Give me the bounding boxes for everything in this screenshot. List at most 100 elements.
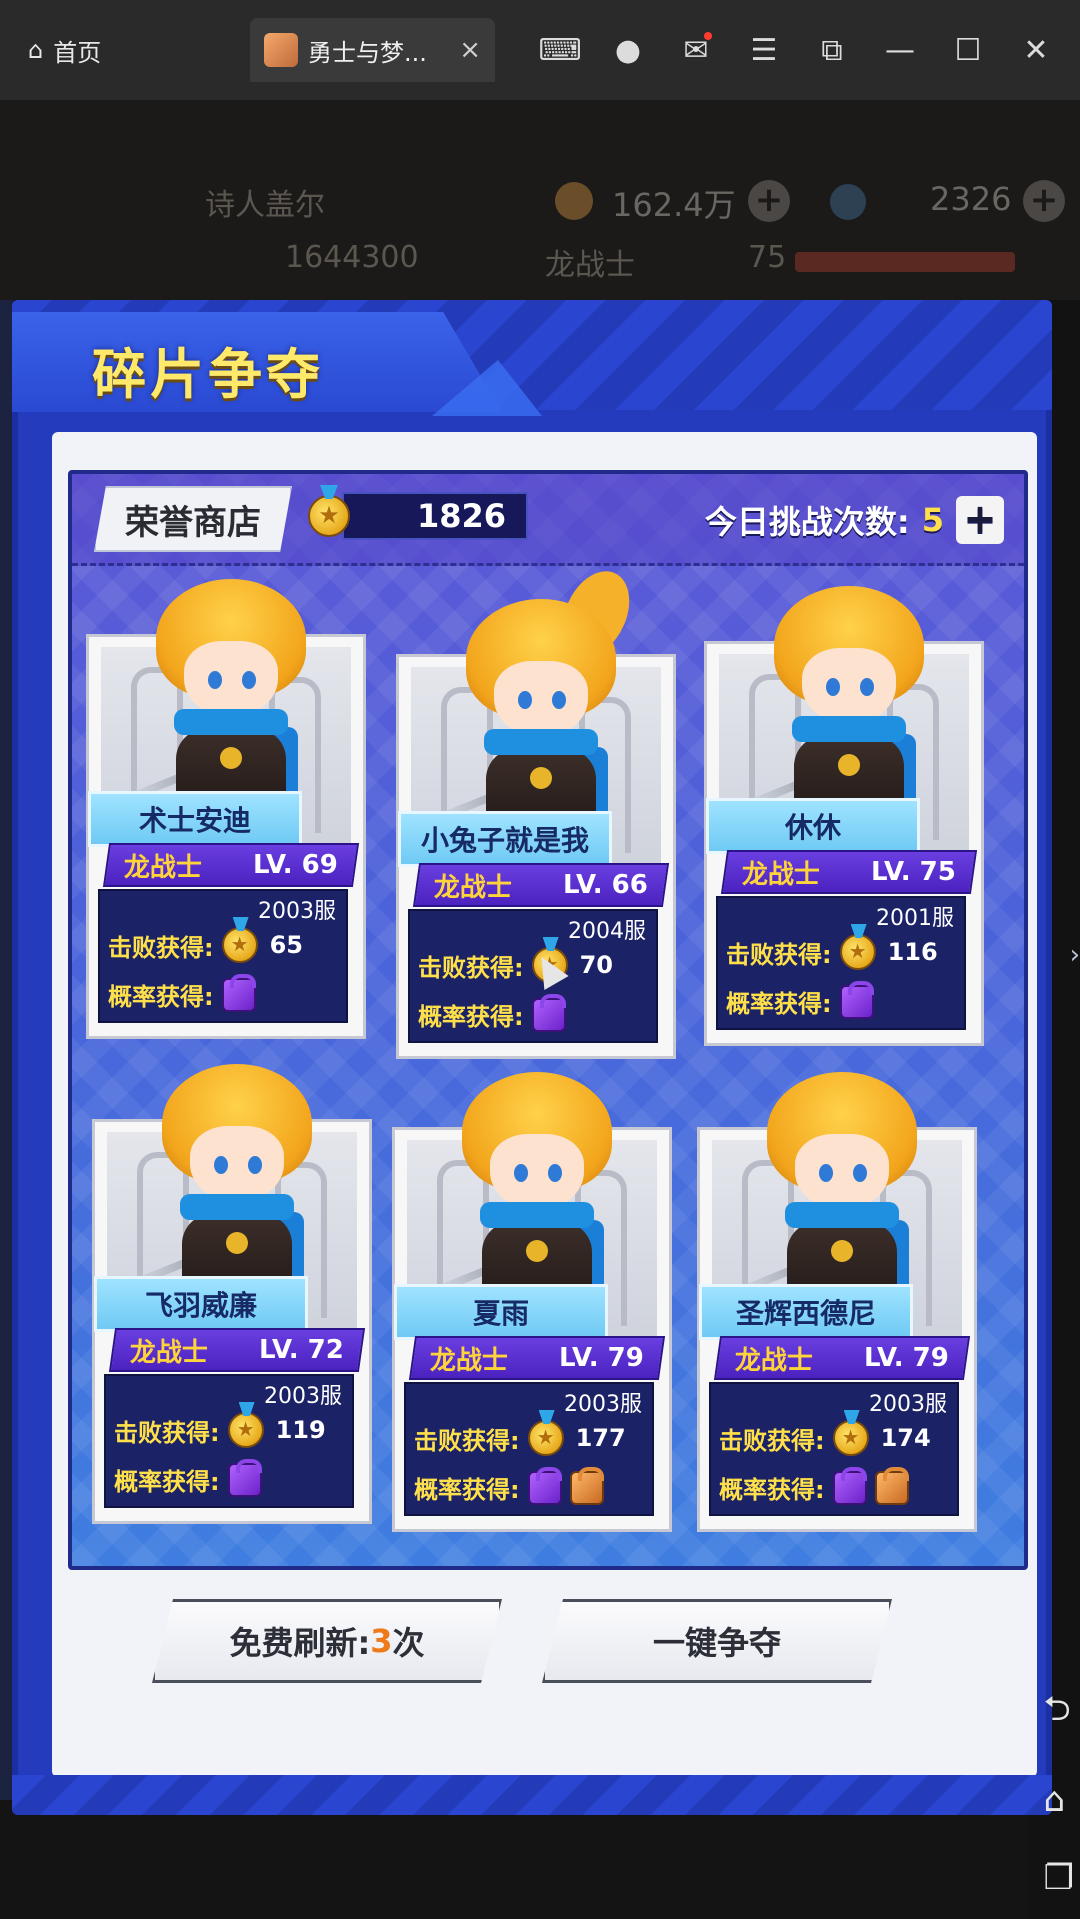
orange-fragment-icon[interactable] bbox=[874, 1466, 909, 1505]
add-gold-button[interactable]: + bbox=[748, 180, 790, 222]
purple-fragment-icon[interactable] bbox=[221, 973, 256, 1012]
reward-box: 2003服 击败获得: 177 概率获得: bbox=[404, 1382, 654, 1516]
chance-label: 概率获得: bbox=[114, 1468, 220, 1496]
defeat-reward-row: 击败获得: 177 bbox=[414, 1420, 626, 1456]
purple-fragment-icon[interactable] bbox=[227, 1458, 262, 1497]
honor-shop-button[interactable]: 荣誉商店 bbox=[94, 486, 292, 552]
player-level: 75 bbox=[748, 240, 787, 275]
home-button[interactable]: ⌂ 首页 bbox=[28, 33, 101, 68]
defeat-reward-value: 119 bbox=[275, 1416, 326, 1444]
opponent-server: 2003服 bbox=[258, 899, 336, 924]
class-level-bar: 龙战士 LV. 79 bbox=[408, 1336, 666, 1380]
honor-medal-icon bbox=[527, 1420, 564, 1456]
refresh-prefix: 免费刷新: bbox=[229, 1624, 371, 1662]
opponent-level: LV. 72 bbox=[259, 1335, 344, 1365]
challenge-label: 今日挑战次数: bbox=[704, 503, 910, 541]
player-name: 诗人盖尔 bbox=[205, 188, 325, 223]
gold-coin-icon bbox=[555, 182, 593, 220]
defeat-label: 击败获得: bbox=[108, 933, 214, 962]
exp-bar bbox=[795, 252, 1015, 272]
minimize-icon[interactable]: — bbox=[866, 20, 934, 80]
opponent-class: 龙战士 bbox=[735, 1345, 814, 1376]
defeat-reward-row: 击败获得: 119 bbox=[114, 1412, 326, 1448]
defeat-label: 击败获得: bbox=[418, 953, 524, 982]
gold-amount: 162.4万 bbox=[612, 186, 736, 224]
opponent-card[interactable]: 休休 龙战士 LV. 75 2001服 击败获得: 116 概率获得: bbox=[704, 586, 984, 1051]
avatar-icon[interactable]: ● bbox=[594, 20, 662, 80]
tab-title: 勇士与梦... bbox=[308, 38, 427, 67]
edge-glyph: › bbox=[1069, 940, 1080, 970]
opponent-board: 荣誉商店 1826 今日挑战次数: 5 + 术士安迪 龙战士LV. 69 2 bbox=[68, 470, 1028, 1570]
defeat-label: 击败获得: bbox=[719, 1426, 825, 1455]
player-power: 1644300 bbox=[285, 240, 419, 275]
home-nav-icon[interactable]: ⌂ bbox=[1044, 1780, 1074, 1820]
menu-icon[interactable]: ☰ bbox=[730, 20, 798, 80]
opponent-level: LV. 66 bbox=[563, 870, 648, 900]
refresh-suffix: 次 bbox=[392, 1624, 425, 1662]
refresh-count: 3 bbox=[370, 1622, 393, 1660]
free-refresh-button[interactable]: 免费刷新: 3 次 bbox=[152, 1599, 502, 1683]
chance-label: 概率获得: bbox=[108, 983, 214, 1011]
gamepad-icon[interactable]: ⌨ bbox=[526, 20, 594, 80]
opponent-card[interactable]: 圣辉西德尼 龙战士 LV. 79 2003服 击败获得: 174 概率获得: bbox=[697, 1072, 977, 1537]
emulator-titlebar: ⌂ 首页 勇士与梦... × ⌨ ● ✉ ☰ ⧉ — ☐ ✕ bbox=[0, 0, 1080, 100]
class-level-bar: 龙战士 LV. 79 bbox=[713, 1336, 971, 1380]
chance-reward-row: 概率获得: bbox=[719, 1466, 909, 1505]
opponent-level: LV. 75 bbox=[871, 857, 956, 887]
gem-icon bbox=[830, 184, 866, 220]
opponent-card[interactable]: 飞羽威廉 龙战士 LV. 72 2003服 击败获得: 119 概率获得: bbox=[92, 1064, 372, 1529]
class-level-bar: 龙战士 LV. 75 bbox=[720, 850, 978, 894]
mail-icon[interactable]: ✉ bbox=[662, 20, 730, 80]
purple-fragment-icon[interactable] bbox=[832, 1466, 867, 1505]
panel-title: 碎片争夺 bbox=[92, 343, 324, 406]
purple-fragment-icon[interactable] bbox=[531, 993, 566, 1032]
defeat-label: 击败获得: bbox=[114, 1418, 220, 1447]
defeat-label: 击败获得: bbox=[414, 1426, 520, 1455]
opponent-server: 2003服 bbox=[564, 1392, 642, 1417]
opponent-name: 术士安迪 bbox=[88, 791, 302, 847]
close-icon[interactable]: ✕ bbox=[1002, 20, 1070, 80]
opponent-name: 休休 bbox=[706, 798, 920, 854]
opponent-server: 2003服 bbox=[869, 1392, 947, 1417]
opponent-card[interactable]: 夏雨 龙战士 LV. 79 2003服 击败获得: 177 概率获得: bbox=[392, 1072, 672, 1537]
opponent-class: 龙战士 bbox=[130, 1337, 209, 1368]
add-gem-button[interactable]: + bbox=[1023, 180, 1065, 222]
purple-fragment-icon[interactable] bbox=[527, 1466, 562, 1505]
game-app-icon bbox=[264, 33, 298, 67]
purple-fragment-icon[interactable] bbox=[839, 980, 874, 1019]
opponent-card[interactable]: 小兔子就是我 龙战士 LV. 66 2004服 击败获得: 70 概率获得: bbox=[396, 560, 676, 1064]
defeat-label: 击败获得: bbox=[726, 940, 832, 969]
opponent-server: 2001服 bbox=[876, 906, 954, 931]
chance-label: 概率获得: bbox=[414, 1476, 520, 1504]
opponent-class: 龙战士 bbox=[434, 872, 513, 903]
opponent-name: 飞羽威廉 bbox=[94, 1276, 308, 1332]
reward-box: 2003服 击败获得: 119 概率获得: bbox=[104, 1374, 354, 1508]
honor-medal-icon bbox=[839, 934, 876, 970]
opponent-name: 夏雨 bbox=[394, 1284, 608, 1340]
maximize-icon[interactable]: ☐ bbox=[934, 20, 1002, 80]
defeat-reward-row: 击败获得: 174 bbox=[719, 1420, 931, 1456]
tab-game[interactable]: 勇士与梦... × bbox=[250, 18, 495, 82]
chance-reward-row: 概率获得: bbox=[108, 973, 256, 1012]
defeat-reward-row: 击败获得: 70 bbox=[418, 947, 613, 983]
opponent-card[interactable]: 术士安迪 龙战士 LV. 69 2003服 击败获得: 65 概率获得: bbox=[86, 579, 366, 1044]
tab-close-button[interactable]: × bbox=[459, 35, 481, 65]
class-level-bar: 龙战士 LV. 72 bbox=[108, 1328, 366, 1372]
android-nav-buttons: ⮌ ⌂ ❐ bbox=[1044, 1685, 1074, 1898]
screenshot-icon[interactable]: ⧉ bbox=[798, 20, 866, 80]
fragment-contest-panel: 碎片争夺 荣誉商店 1826 今日挑战次数: 5 + 术士安迪 龙 bbox=[12, 300, 1052, 1815]
gem-amount: 2326 bbox=[930, 180, 1012, 218]
honor-medal-icon bbox=[221, 927, 258, 963]
defeat-reward-value: 65 bbox=[269, 931, 304, 959]
challenge-count: 5 bbox=[921, 501, 944, 539]
orange-fragment-icon[interactable] bbox=[569, 1466, 604, 1505]
honor-medal-icon bbox=[832, 1420, 869, 1456]
opponent-level: LV. 79 bbox=[864, 1343, 949, 1373]
opponent-class: 龙战士 bbox=[742, 859, 821, 890]
daily-challenges: 今日挑战次数: 5 + bbox=[705, 496, 1004, 544]
recent-apps-icon[interactable]: ❐ bbox=[1044, 1858, 1074, 1898]
back-icon[interactable]: ⮌ bbox=[1044, 1685, 1074, 1742]
chance-label: 概率获得: bbox=[418, 1003, 524, 1031]
add-challenge-button[interactable]: + bbox=[956, 496, 1004, 544]
grab-all-button[interactable]: 一键争夺 bbox=[542, 1599, 892, 1683]
